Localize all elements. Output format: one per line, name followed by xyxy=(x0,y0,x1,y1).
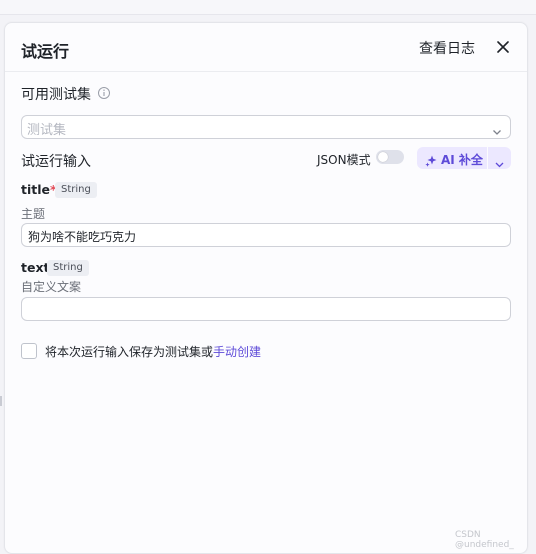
ai-complete-dropdown[interactable] xyxy=(488,147,511,169)
field-text-name: text xyxy=(21,260,50,275)
text-input[interactable] xyxy=(21,297,511,321)
json-mode-label: JSON模式 xyxy=(317,153,371,167)
chevron-down-icon xyxy=(495,154,504,168)
type-badge: String xyxy=(47,260,89,276)
field-title-description: 主题 xyxy=(21,207,46,221)
chevron-down-icon xyxy=(492,122,502,135)
save-as-testset-checkbox[interactable] xyxy=(21,343,37,359)
test-run-panel: 试运行 查看日志 可用测试集 测试集 试运行输入 JSON模式 AI 补全 ti… xyxy=(4,22,528,554)
json-mode-toggle[interactable] xyxy=(376,150,404,164)
save-as-testset-text: 将本次运行输入保存为测试集或手动创建 xyxy=(45,343,261,360)
sparkle-icon xyxy=(425,152,437,167)
close-icon[interactable] xyxy=(494,38,512,56)
field-title-name: title* xyxy=(21,182,57,197)
testset-placeholder: 测试集 xyxy=(27,123,67,138)
resize-handle[interactable] xyxy=(0,392,3,410)
testset-select[interactable]: 测试集 xyxy=(21,115,511,139)
view-log-button[interactable]: 查看日志 xyxy=(419,38,475,58)
field-title-label: title xyxy=(21,182,50,197)
title-input-value: 狗为啥不能吃巧克力 xyxy=(28,230,137,244)
save-as-testset-label: 将本次运行输入保存为测试集或 xyxy=(45,345,214,359)
title-input[interactable]: 狗为啥不能吃巧克力 xyxy=(21,223,511,247)
type-badge: String xyxy=(55,182,97,198)
watermark: CSDN @undefined_ xyxy=(455,530,514,550)
toggle-knob xyxy=(378,152,388,162)
info-icon[interactable] xyxy=(97,85,111,99)
panel-title: 试运行 xyxy=(21,42,70,61)
manual-create-link[interactable]: 手动创建 xyxy=(213,345,261,359)
ai-complete-button[interactable]: AI 补全 xyxy=(417,147,487,169)
panel-header: 试运行 查看日志 xyxy=(5,23,527,72)
top-bar xyxy=(0,0,536,15)
run-input-label: 试运行输入 xyxy=(21,154,91,170)
field-text-description: 自定义文案 xyxy=(21,280,82,294)
ai-complete-label: AI 补全 xyxy=(441,153,483,167)
testset-label: 可用测试集 xyxy=(21,87,91,103)
